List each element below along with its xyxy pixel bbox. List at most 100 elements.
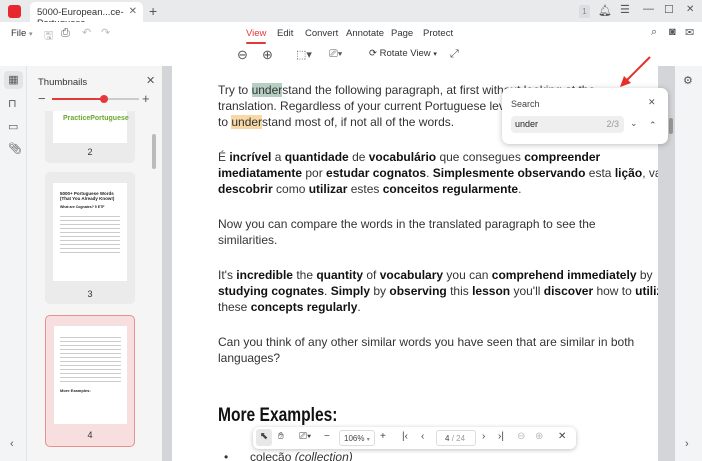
first-page-icon[interactable]: |‹ bbox=[402, 431, 408, 442]
page-display-icon[interactable]: ⎚▾ bbox=[299, 431, 311, 442]
rotate-icon: ⟳ bbox=[369, 48, 377, 59]
notification-count-badge[interactable]: 1 bbox=[579, 5, 590, 18]
search-input[interactable]: under 2/3 bbox=[511, 116, 624, 133]
text-run: É bbox=[218, 150, 230, 164]
attachment-icon[interactable]: 📎︎ bbox=[8, 142, 22, 155]
text-line: É incrível a quantidade de vocabulário q… bbox=[218, 149, 658, 165]
select-tool-icon[interactable]: ⬉ bbox=[256, 429, 272, 446]
search-icon[interactable]: ⌕ bbox=[651, 26, 657, 39]
bold-text: compreender bbox=[524, 150, 601, 164]
close-toolbar-icon[interactable]: ✕ bbox=[558, 431, 566, 442]
thumbnail-page-3[interactable]: 5000+ Portuguese Words (That You Already… bbox=[45, 172, 135, 304]
view-toolbar: ⊖ ⊕ ⬚▾ ⎚▾ ⟳ Rotate View ▾ ⤢ bbox=[0, 44, 702, 66]
menu-convert[interactable]: Convert bbox=[305, 28, 338, 39]
text-line: imediatamente por estudar cognatos. Simp… bbox=[218, 165, 658, 181]
properties-settings-icon[interactable]: ⚙ bbox=[683, 74, 693, 87]
thumbnail-text: 5000+ Portuguese Words (That You Already… bbox=[60, 191, 115, 201]
text-line: Now you can compare the words in the tra… bbox=[218, 216, 658, 232]
mail-icon[interactable]: ✉ bbox=[685, 26, 694, 39]
text-line: studying cognates. Simply by observing t… bbox=[218, 283, 658, 299]
text-line: these concepts regularly. bbox=[218, 299, 658, 315]
text-run: by bbox=[370, 284, 390, 298]
tab-close-icon[interactable]: ✕ bbox=[129, 6, 137, 17]
fullscreen-icon[interactable]: ⤢ bbox=[450, 48, 459, 61]
current-page: 4 bbox=[445, 434, 450, 443]
hand-tool-icon[interactable]: ✋︎ bbox=[278, 431, 284, 442]
new-tab-button[interactable]: + bbox=[149, 3, 157, 19]
zoom-in-icon[interactable]: ⊕ bbox=[262, 47, 273, 63]
bold-text: quantity bbox=[316, 268, 364, 282]
bold-text: quantidade bbox=[284, 150, 349, 164]
zoom-out-icon[interactable]: ⊖ bbox=[237, 47, 248, 63]
menu-edit[interactable]: Edit bbox=[277, 28, 293, 39]
thumbnail-lines bbox=[60, 334, 121, 384]
close-thumbnails-icon[interactable]: ✕ bbox=[146, 74, 155, 87]
close-search-icon[interactable]: ✕ bbox=[648, 97, 656, 108]
paragraph: Can you think of any other similar words… bbox=[218, 334, 658, 366]
thumbnail-image: 5000+ Portuguese Words (That You Already… bbox=[53, 183, 127, 281]
search-match-count: 2/3 bbox=[606, 119, 619, 129]
thumbnail-image: More Examples: bbox=[54, 326, 127, 424]
zoom-select[interactable]: 106% ▾ bbox=[339, 430, 375, 446]
document-scrollbar[interactable] bbox=[669, 118, 673, 134]
print-icon[interactable]: ⎙ bbox=[61, 27, 70, 40]
slider-fill bbox=[52, 98, 105, 100]
menu-protect[interactable]: Protect bbox=[423, 28, 453, 39]
bold-text: estudar cognatos bbox=[326, 166, 427, 180]
bell-icon[interactable]: 🔔︎ bbox=[598, 4, 612, 17]
back-view-icon[interactable]: ⊖ bbox=[517, 431, 525, 442]
zoom-in-button[interactable]: + bbox=[380, 431, 386, 442]
text-run: of bbox=[363, 268, 380, 282]
menu-annotate[interactable]: Annotate bbox=[346, 28, 384, 39]
menu-view[interactable]: View bbox=[246, 28, 267, 44]
close-window-button[interactable]: ✕ bbox=[686, 4, 694, 15]
next-match-icon[interactable]: ⌄ bbox=[630, 118, 638, 129]
thumbnail-zoom-out-icon[interactable]: − bbox=[38, 91, 46, 106]
thumbnail-size-slider[interactable] bbox=[52, 95, 139, 103]
page-number-input[interactable]: 4 / 24 bbox=[436, 430, 476, 446]
page-display-icon[interactable]: ⎚▾ bbox=[329, 48, 342, 61]
forward-view-icon[interactable]: ⊕ bbox=[535, 431, 543, 442]
paragraph: Now you can compare the words in the tra… bbox=[218, 216, 658, 248]
bold-text: lesson bbox=[472, 284, 511, 298]
bookmark-icon[interactable]: ⊓ bbox=[8, 97, 17, 110]
rotate-view-button[interactable]: ⟳ Rotate View ▾ bbox=[369, 48, 437, 59]
text-run: por bbox=[302, 166, 327, 180]
next-page-icon[interactable]: › bbox=[482, 431, 485, 442]
maximize-button[interactable]: ☐ bbox=[664, 3, 674, 16]
undo-icon[interactable]: ↶ bbox=[82, 26, 91, 39]
bold-text: utilizar bbox=[308, 182, 348, 196]
bold-text: vocabulário bbox=[368, 150, 437, 164]
hamburger-menu-icon[interactable]: ☰ bbox=[620, 3, 630, 16]
text-run: languages? bbox=[218, 351, 281, 365]
expand-panel-icon[interactable]: › bbox=[685, 438, 689, 450]
file-menu[interactable]: File ▾ bbox=[11, 28, 32, 39]
bold-text: utilize bbox=[635, 284, 658, 298]
collapse-panel-icon[interactable]: ‹ bbox=[10, 438, 14, 450]
previous-page-icon[interactable]: ‹ bbox=[421, 431, 424, 442]
thumbnails-icon[interactable]: ▦ bbox=[4, 71, 23, 89]
comment-icon[interactable]: ▭ bbox=[8, 120, 18, 133]
camera-icon[interactable]: ◙ bbox=[669, 26, 676, 38]
page-fit-icon[interactable]: ⬚▾ bbox=[296, 48, 312, 61]
document-tab[interactable]: 5000-European...ce-Portuguese✕ bbox=[30, 2, 143, 29]
thumbnails-title: Thumbnails bbox=[38, 77, 88, 88]
bold-text: discover bbox=[543, 284, 594, 298]
previous-match-icon[interactable]: ⌃ bbox=[649, 120, 657, 131]
bold-text: vocabulary bbox=[379, 268, 444, 282]
menu-page[interactable]: Page bbox=[391, 28, 413, 39]
minimize-button[interactable]: — bbox=[643, 3, 654, 15]
thumbnail-page-4[interactable]: More Examples: 4 bbox=[45, 315, 135, 447]
thumbnail-page-2[interactable]: PracticePortuguese 2 bbox=[45, 111, 135, 163]
red-arrow-annotation bbox=[620, 56, 651, 87]
zoom-out-button[interactable]: − bbox=[324, 431, 330, 442]
text-run: this bbox=[446, 284, 473, 298]
last-page-icon[interactable]: ›| bbox=[498, 431, 504, 442]
thumbnail-zoom-in-icon[interactable]: + bbox=[142, 91, 150, 106]
redo-icon[interactable]: ↷ bbox=[101, 26, 110, 39]
slider-handle[interactable] bbox=[100, 95, 109, 103]
thumbnails-scrollbar[interactable] bbox=[152, 134, 156, 169]
text-run: Try to bbox=[218, 83, 252, 97]
text-line: descobrir como utilizar estes conceitos … bbox=[218, 181, 658, 197]
bold-text: studying cognates bbox=[218, 284, 325, 298]
